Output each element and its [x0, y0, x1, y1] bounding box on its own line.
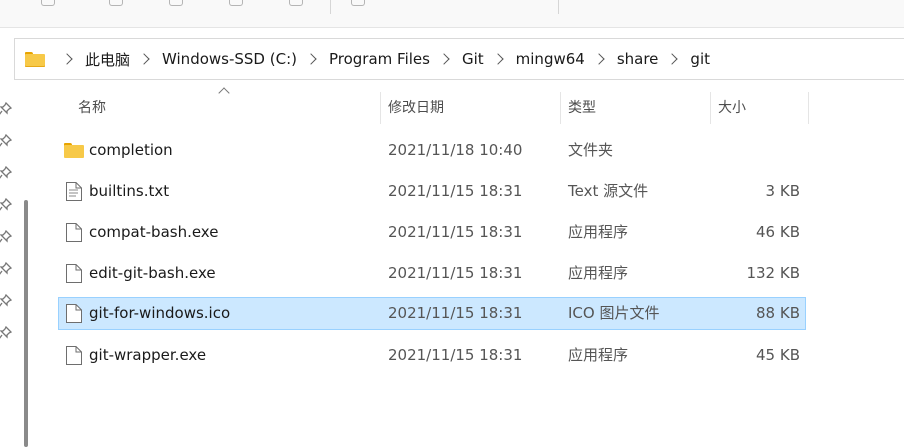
file-date: 2021/11/15 18:31: [388, 346, 523, 364]
column-divider[interactable]: [560, 92, 561, 124]
column-header-modified[interactable]: 修改日期: [388, 92, 444, 124]
column-headers: 名称 修改日期 类型 大小: [62, 92, 822, 124]
file-date: 2021/11/15 18:31: [388, 264, 523, 282]
chevron-right-icon[interactable]: [593, 53, 605, 65]
toolbar-button-icon[interactable]: [40, 0, 56, 6]
pin-icon[interactable]: [0, 230, 12, 244]
file-icon: [66, 264, 82, 283]
file-type: 文件夹: [568, 141, 614, 159]
file-size: 132 KB: [746, 264, 800, 282]
column-header-name[interactable]: 名称: [78, 92, 106, 124]
file-type: Text 源文件: [568, 182, 649, 200]
column-header-type[interactable]: 类型: [568, 92, 596, 124]
file-type: 应用程序: [568, 264, 629, 282]
breadcrumb-item-drive[interactable]: Windows-SSD (C:): [160, 50, 299, 68]
file-row-builtins[interactable]: builtins.txt 2021/11/15 18:31 Text 源文件 3…: [58, 175, 806, 208]
file-name: builtins.txt: [89, 182, 170, 200]
breadcrumb: 此电脑 Windows-SSD (C:) Program Files Git m…: [25, 39, 712, 79]
column-divider[interactable]: [380, 92, 381, 124]
toolbar-button-icon[interactable]: [228, 0, 244, 6]
breadcrumb-item-share[interactable]: share: [615, 50, 661, 68]
file-size: 3 KB: [765, 182, 800, 200]
column-divider[interactable]: [808, 92, 809, 124]
pin-icon[interactable]: [0, 166, 12, 180]
file-date: 2021/11/18 10:40: [388, 141, 523, 159]
file-date: 2021/11/15 18:31: [388, 223, 523, 241]
file-type: 应用程序: [568, 346, 629, 364]
breadcrumb-item-program-files[interactable]: Program Files: [327, 50, 432, 68]
file-name: git-wrapper.exe: [89, 346, 207, 364]
file-name: git-for-windows.ico: [89, 304, 231, 322]
toolbar-divider: [330, 0, 331, 14]
file-row-compat-bash[interactable]: compat-bash.exe 2021/11/15 18:31 应用程序 46…: [58, 216, 806, 249]
file-row-completion[interactable]: completion 2021/11/18 10:40 文件夹: [58, 134, 806, 167]
toolbar-divider: [558, 0, 559, 14]
breadcrumb-item-this-pc[interactable]: 此电脑: [83, 49, 132, 70]
chevron-right-icon[interactable]: [305, 53, 317, 65]
file-date: 2021/11/15 18:31: [388, 304, 523, 322]
file-name: compat-bash.exe: [89, 223, 219, 241]
address-bar[interactable]: 此电脑 Windows-SSD (C:) Program Files Git m…: [14, 38, 904, 80]
folder-icon: [25, 51, 45, 67]
pin-icon[interactable]: [0, 294, 12, 308]
toolbar-button-icon[interactable]: [350, 0, 366, 6]
file-row-git-wrapper[interactable]: git-wrapper.exe 2021/11/15 18:31 应用程序 45…: [58, 339, 806, 372]
file-icon: [66, 304, 82, 323]
nav-pane-scrollbar[interactable]: [24, 200, 28, 447]
navigation-pane: [0, 92, 36, 447]
pin-icon[interactable]: [0, 326, 12, 340]
breadcrumb-item-current[interactable]: git: [688, 50, 712, 68]
file-date: 2021/11/15 18:31: [388, 182, 523, 200]
file-icon: [66, 223, 82, 242]
file-icon: [66, 346, 82, 365]
file-name: edit-git-bash.exe: [89, 264, 216, 282]
file-type: ICO 图片文件: [568, 304, 660, 322]
pin-icon[interactable]: [0, 134, 12, 148]
chevron-right-icon[interactable]: [61, 53, 73, 65]
column-header-size[interactable]: 大小: [718, 92, 746, 124]
pin-icon[interactable]: [0, 262, 12, 276]
breadcrumb-item-git[interactable]: Git: [460, 50, 486, 68]
text-file-icon: [66, 182, 82, 201]
file-row-edit-git-bash[interactable]: edit-git-bash.exe 2021/11/15 18:31 应用程序 …: [58, 257, 806, 290]
file-size: 45 KB: [756, 346, 800, 364]
breadcrumb-item-mingw64[interactable]: mingw64: [514, 50, 587, 68]
chevron-right-icon[interactable]: [666, 53, 679, 65]
chevron-right-icon[interactable]: [438, 53, 450, 65]
folder-icon: [64, 143, 84, 158]
file-size: 46 KB: [756, 223, 800, 241]
toolbar-button-icon[interactable]: [168, 0, 184, 6]
file-row-git-for-windows[interactable]: git-for-windows.ico 2021/11/15 18:31 ICO…: [58, 297, 806, 330]
chevron-right-icon[interactable]: [491, 53, 504, 65]
column-divider[interactable]: [710, 92, 711, 124]
ribbon-toolbar: [0, 0, 904, 28]
file-name: completion: [89, 141, 173, 159]
pin-icon[interactable]: [0, 102, 12, 116]
toolbar-button-icon[interactable]: [108, 0, 124, 6]
chevron-right-icon[interactable]: [138, 53, 150, 65]
file-size: [710, 134, 800, 167]
toolbar-button-icon[interactable]: [288, 0, 304, 6]
file-size: 88 KB: [756, 304, 800, 322]
file-type: 应用程序: [568, 223, 629, 241]
pin-icon[interactable]: [0, 198, 12, 212]
